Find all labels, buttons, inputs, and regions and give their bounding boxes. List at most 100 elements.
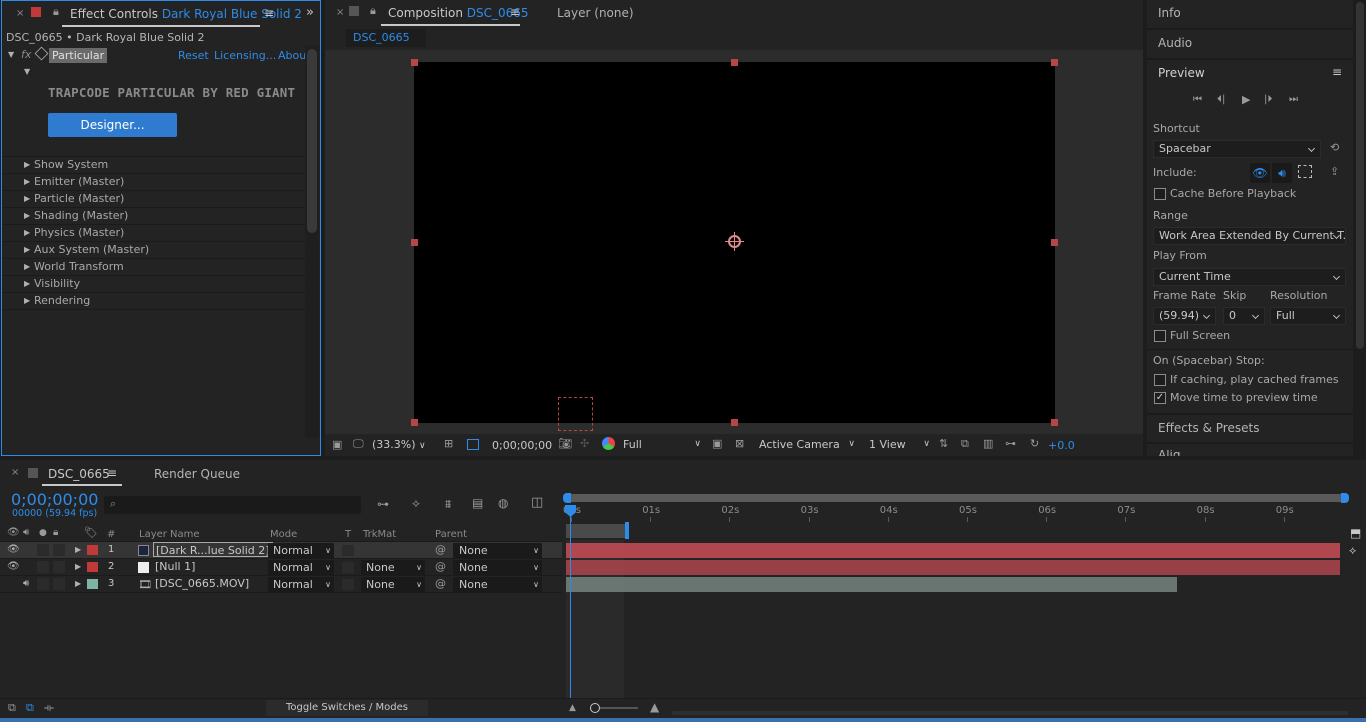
if-caching-checkbox[interactable] — [1154, 374, 1166, 386]
parent-dropdown[interactable]: None ∨ — [453, 577, 542, 592]
previous-frame-icon[interactable]: ⏴| — [1217, 94, 1225, 106]
layer-duration-bar[interactable] — [566, 543, 1340, 558]
skip-dropdown[interactable]: 0 — [1223, 307, 1265, 325]
lock-switch[interactable] — [53, 544, 65, 556]
play-icon[interactable]: ▶ — [1242, 94, 1250, 106]
lock-switch[interactable] — [53, 578, 65, 590]
fx-icon[interactable]: fx — [21, 48, 31, 61]
work-area-end[interactable] — [1341, 493, 1349, 503]
expand-panels-icon[interactable]: » — [306, 5, 314, 20]
composition-tab[interactable]: Composition DSC_0665 — [388, 6, 529, 20]
layer-name[interactable]: [Null 1] — [153, 559, 197, 574]
reset-exposure-icon[interactable]: ↻ — [1030, 438, 1039, 450]
transform-handle[interactable] — [1051, 419, 1058, 426]
layer-switches-icon[interactable]: ⧉ — [8, 702, 16, 714]
play-from-dropdown[interactable]: Current Time — [1153, 268, 1346, 286]
layer-row[interactable]: 🔊︎ ▶ 3 🎞︎ [DSC_0665.MOV] Normal ∨ None ∨ @ None ∨ — [0, 576, 562, 593]
shortcut-dropdown[interactable]: Spacebar — [1153, 140, 1321, 158]
comp-button-icon[interactable]: ⬒ — [1350, 527, 1361, 539]
panel-menu-icon[interactable]: ≡ — [107, 466, 117, 480]
effect-group-row[interactable]: ▶ World Transform — [2, 259, 305, 276]
expand-triangle-icon[interactable]: ▶ — [24, 194, 30, 203]
transform-handle[interactable] — [411, 239, 418, 246]
include-audio-icon[interactable]: 🔊︎ — [1272, 163, 1292, 183]
twirl-triangle-icon[interactable]: ▶ — [75, 562, 81, 571]
pickwhip-icon[interactable]: @ — [435, 577, 446, 590]
parent-dropdown[interactable]: None ∨ — [453, 560, 542, 575]
snapshot-icon[interactable]: 📷︎ — [558, 438, 572, 450]
next-frame-icon[interactable]: |⏵ — [1264, 94, 1272, 106]
work-area-start[interactable] — [563, 493, 571, 503]
time-navigator-end-icon[interactable]: ⟡ — [1349, 545, 1356, 557]
fast-previews-icon[interactable]: ⧉ — [961, 438, 969, 450]
toggle-switches-modes-button[interactable]: Toggle Switches / Modes — [266, 700, 428, 716]
export-icon[interactable]: ⇪ — [1330, 166, 1339, 178]
current-time[interactable]: 0;00;00;00 — [492, 439, 552, 452]
layer-name[interactable]: [DSC_0665.MOV] — [153, 576, 251, 591]
pickwhip-icon[interactable]: @ — [435, 560, 446, 573]
comp-chip[interactable]: DSC_0665 — [346, 29, 426, 47]
panel-menu-icon[interactable]: ≡ — [264, 6, 274, 20]
custom-ui-toggle[interactable]: ▼ — [24, 67, 34, 76]
draft-3d-icon[interactable]: ⟡ — [412, 497, 420, 509]
transparency-grid-icon[interactable]: ⊠ — [735, 438, 744, 450]
parent-dropdown[interactable]: None ∨ — [453, 543, 542, 558]
preserve-transparency-switch[interactable] — [342, 579, 354, 590]
panel-menu-icon[interactable]: ≡ — [1332, 65, 1342, 79]
expand-triangle-icon[interactable]: ▶ — [24, 160, 30, 169]
preserve-transparency-switch[interactable] — [342, 562, 354, 573]
mode-dropdown[interactable]: Normal ∨ — [268, 577, 334, 592]
trkmat-dropdown[interactable]: None ∨ — [361, 577, 425, 592]
transform-handle[interactable] — [1051, 59, 1058, 66]
info-tab[interactable]: Info — [1158, 6, 1181, 20]
full-screen-checkbox[interactable] — [1154, 330, 1166, 342]
null-object-outline[interactable] — [558, 397, 593, 431]
layer-name[interactable]: [Dark R...lue Solid 2] — [153, 542, 273, 557]
mode-dropdown[interactable]: Normal ∨ — [268, 543, 334, 558]
show-snapshot-icon[interactable]: ✣ — [580, 438, 589, 450]
transform-handle[interactable] — [411, 59, 418, 66]
reset-shortcut-icon[interactable]: ⟲ — [1330, 142, 1339, 154]
effect-name[interactable]: Particular — [49, 48, 108, 63]
layer-duration-bar[interactable] — [566, 577, 1177, 592]
zoom-slider-knob[interactable] — [590, 703, 600, 713]
fit-grid-icon[interactable]: ⊞ — [444, 438, 453, 450]
timeline-icon[interactable]: ▥ — [983, 438, 993, 450]
trkmat-dropdown[interactable]: None ∨ — [361, 560, 425, 575]
effect-group-row[interactable]: ▶ Show System — [2, 157, 305, 174]
expand-triangle-icon[interactable]: ▶ — [24, 177, 30, 186]
range-dropdown[interactable]: Work Area Extended By Current T... — [1153, 227, 1346, 245]
effect-group-row[interactable]: ▶ Shading (Master) — [2, 208, 305, 225]
timeline-scroll[interactable] — [672, 711, 1348, 715]
lock-icon[interactable] — [31, 7, 41, 17]
mask-visibility-icon[interactable] — [467, 439, 479, 450]
include-video-icon[interactable]: 👁︎ — [1250, 163, 1270, 183]
cache-before-playback-checkbox[interactable] — [1154, 188, 1166, 200]
reset-link[interactable]: Reset — [178, 49, 209, 62]
twirl-triangle-icon[interactable]: ▶ — [75, 545, 81, 554]
close-icon[interactable]: × — [16, 8, 24, 19]
transform-handle[interactable] — [731, 419, 738, 426]
timeline-tab[interactable]: DSC_0665 — [48, 467, 110, 481]
camera-dropdown[interactable]: Active Camera ∨ — [755, 436, 857, 453]
twirl-triangle-icon[interactable]: ▶ — [75, 579, 81, 588]
solo-switch[interactable] — [37, 544, 49, 556]
panel-menu-icon[interactable]: ≡ — [510, 5, 520, 19]
lock-switch[interactable] — [53, 561, 65, 573]
motion-blur-icon[interactable]: ◍ — [498, 497, 508, 509]
last-frame-icon[interactable]: ⏭ — [1289, 94, 1298, 106]
effect-group-row[interactable]: ▶ Aux System (Master) — [2, 242, 305, 259]
comp-mini-flowchart-icon[interactable]: ⊶ — [377, 498, 389, 510]
transfer-controls-icon[interactable]: ⧉ — [26, 702, 34, 714]
preview-tab[interactable]: Preview — [1158, 66, 1205, 80]
transform-handle[interactable] — [411, 419, 418, 426]
close-icon[interactable]: × — [11, 467, 19, 478]
preview-resolution-dropdown[interactable]: Full — [1270, 307, 1346, 325]
transform-handle[interactable] — [1051, 239, 1058, 246]
expand-triangle-icon[interactable]: ▶ — [24, 262, 30, 271]
padlock-icon[interactable]: 🔒︎ — [370, 4, 376, 18]
ec-scrollbar-thumb[interactable] — [307, 49, 317, 233]
preserve-transparency-switch[interactable] — [342, 545, 354, 556]
right-scrollbar-thumb[interactable] — [1356, 2, 1364, 349]
include-overlays-icon[interactable] — [1298, 165, 1312, 178]
